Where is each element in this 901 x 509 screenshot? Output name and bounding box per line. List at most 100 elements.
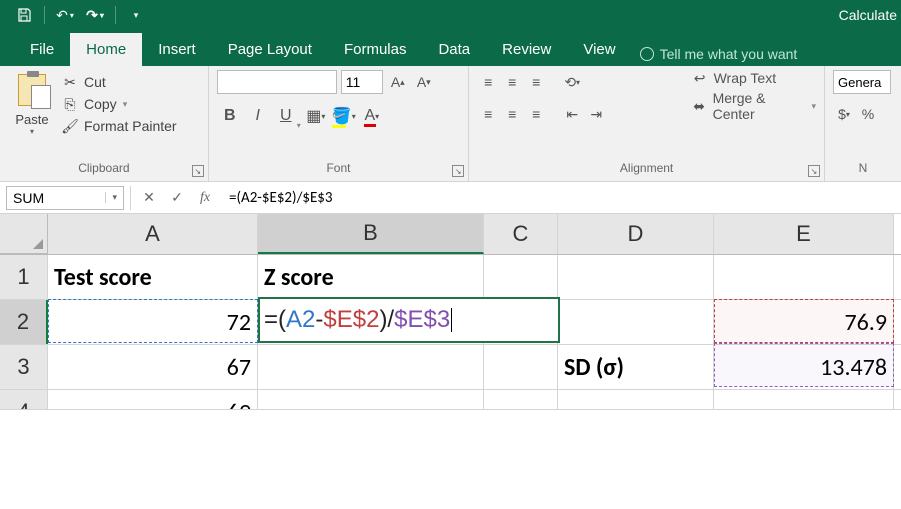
tab-data[interactable]: Data bbox=[422, 33, 486, 66]
tab-insert[interactable]: Insert bbox=[142, 33, 212, 66]
number-group-label: N bbox=[833, 159, 893, 179]
cell-d1[interactable] bbox=[558, 255, 714, 299]
cell-e1[interactable] bbox=[714, 255, 894, 299]
align-top-button[interactable]: ≡ bbox=[477, 70, 499, 94]
align-center-button[interactable]: ≡ bbox=[501, 102, 523, 126]
italic-button[interactable]: I bbox=[245, 102, 271, 130]
underline-button[interactable]: U bbox=[273, 102, 299, 130]
font-name-input[interactable] bbox=[217, 70, 337, 94]
tab-view[interactable]: View bbox=[567, 33, 631, 66]
row-header-1[interactable]: 1 bbox=[0, 255, 48, 299]
cut-label: Cut bbox=[84, 74, 106, 90]
font-launcher-icon[interactable]: ↘ bbox=[452, 165, 464, 177]
insert-function-button[interactable]: fx bbox=[191, 186, 219, 210]
col-header-c[interactable]: C bbox=[484, 214, 558, 254]
row-header-4[interactable]: 4 bbox=[0, 390, 48, 410]
tell-me-search[interactable]: Tell me what you want bbox=[640, 46, 798, 66]
wrap-label: Wrap Text bbox=[714, 70, 777, 86]
percent-format-button[interactable]: % bbox=[857, 102, 879, 126]
font-color-button[interactable]: A▾ bbox=[359, 102, 385, 130]
merge-label: Merge & Center bbox=[713, 90, 806, 122]
ref-highlight-e3 bbox=[714, 343, 894, 387]
align-right-button[interactable]: ≡ bbox=[525, 102, 547, 126]
cancel-edit-button[interactable]: ✕ bbox=[135, 186, 163, 210]
spreadsheet-grid: A B C D E 1 Test score Z score 2 72 76.9… bbox=[0, 214, 901, 410]
align-bottom-button[interactable]: ≡ bbox=[525, 70, 547, 94]
merge-icon: ⬌ bbox=[692, 98, 707, 114]
increase-indent-button[interactable]: ⇥ bbox=[585, 102, 607, 126]
cell-a4[interactable]: 69 bbox=[48, 390, 258, 410]
formula-seg-4: $E$2 bbox=[323, 306, 379, 334]
confirm-edit-button[interactable]: ✓ bbox=[163, 186, 191, 210]
clipboard-launcher-icon[interactable]: ↘ bbox=[192, 165, 204, 177]
merge-center-button[interactable]: ⬌ Merge & Center ▾ bbox=[692, 90, 816, 122]
col-header-d[interactable]: D bbox=[558, 214, 714, 254]
tab-formulas[interactable]: Formulas bbox=[328, 33, 423, 66]
cell-c1[interactable] bbox=[484, 255, 558, 299]
row-header-2[interactable]: 2 bbox=[0, 300, 48, 344]
orientation-button[interactable]: ⟲▾ bbox=[561, 70, 583, 94]
bulb-icon bbox=[640, 47, 654, 61]
row-header-3[interactable]: 3 bbox=[0, 345, 48, 389]
tab-review[interactable]: Review bbox=[486, 33, 567, 66]
copy-button[interactable]: ⎘ Copy ▾ bbox=[62, 96, 177, 112]
increase-font-button[interactable]: A▴ bbox=[387, 70, 409, 94]
font-group-label: Font bbox=[217, 159, 460, 179]
format-painter-button[interactable]: 🖌 Format Painter bbox=[62, 118, 177, 134]
borders-button[interactable]: ▦▾ bbox=[303, 102, 329, 130]
bold-button[interactable]: B bbox=[217, 102, 243, 130]
save-icon[interactable] bbox=[12, 3, 36, 27]
tab-home[interactable]: Home bbox=[70, 33, 142, 66]
col-header-e[interactable]: E bbox=[714, 214, 894, 254]
cell-b2-editing[interactable]: =(A2-$E$2)/$E$3 bbox=[258, 297, 560, 343]
format-painter-label: Format Painter bbox=[84, 118, 177, 134]
cell-d2[interactable] bbox=[558, 300, 714, 344]
formula-seg-1: =( bbox=[264, 306, 286, 334]
qat-customize-caret[interactable]: ▾ bbox=[124, 3, 148, 27]
fill-color-button[interactable]: 🪣▾ bbox=[331, 102, 357, 130]
alignment-launcher-icon[interactable]: ↘ bbox=[808, 165, 820, 177]
cell-c4[interactable] bbox=[484, 390, 558, 409]
wrap-text-button[interactable]: ↩ Wrap Text bbox=[692, 70, 816, 86]
font-size-input[interactable] bbox=[341, 70, 383, 94]
tab-file[interactable]: File bbox=[14, 33, 70, 66]
group-number: $▾ % N bbox=[825, 66, 901, 181]
align-middle-button[interactable]: ≡ bbox=[501, 70, 523, 94]
cell-e4[interactable] bbox=[714, 390, 894, 409]
title-bar: ↶▾ ↷▾ ▾ Calculate bbox=[0, 0, 901, 30]
cell-b3[interactable] bbox=[258, 345, 484, 389]
col-header-a[interactable]: A bbox=[48, 214, 258, 254]
cut-button[interactable]: ✂ Cut bbox=[62, 74, 177, 90]
number-format-select[interactable] bbox=[833, 70, 891, 94]
cell-d3[interactable]: SD (σ) bbox=[558, 345, 714, 389]
formula-seg-2: A2 bbox=[286, 306, 315, 334]
alignment-group-label: Alignment bbox=[477, 159, 816, 179]
undo-button[interactable]: ↶▾ bbox=[53, 3, 77, 27]
align-left-button[interactable]: ≡ bbox=[477, 102, 499, 126]
select-all-corner[interactable] bbox=[0, 214, 48, 254]
decrease-font-button[interactable]: A▾ bbox=[413, 70, 435, 94]
quick-access-toolbar: ↶▾ ↷▾ ▾ bbox=[0, 3, 148, 27]
name-box[interactable]: SUM ▾ bbox=[6, 186, 124, 210]
tab-page-layout[interactable]: Page Layout bbox=[212, 33, 328, 66]
cell-b4[interactable] bbox=[258, 390, 484, 409]
formula-seg-6: $E$3 bbox=[394, 306, 450, 334]
cell-a3[interactable]: 67 bbox=[48, 345, 258, 389]
tell-me-label: Tell me what you want bbox=[660, 46, 798, 62]
formula-seg-3: - bbox=[315, 306, 323, 334]
redo-button[interactable]: ↷▾ bbox=[83, 3, 107, 27]
paste-button[interactable]: Paste ▾ bbox=[8, 70, 56, 136]
clipboard-group-label: Clipboard bbox=[8, 159, 200, 179]
group-clipboard: Paste ▾ ✂ Cut ⎘ Copy ▾ 🖌 Format Painter bbox=[0, 66, 209, 181]
decrease-indent-button[interactable]: ⇤ bbox=[561, 102, 583, 126]
cell-d4[interactable] bbox=[558, 390, 714, 409]
text-cursor bbox=[451, 308, 452, 332]
cell-b1[interactable]: Z score bbox=[258, 255, 484, 299]
cell-a1[interactable]: Test score bbox=[48, 255, 258, 299]
col-header-b[interactable]: B bbox=[258, 214, 484, 254]
formula-input[interactable] bbox=[223, 186, 901, 210]
formula-seg-5: )/ bbox=[379, 306, 394, 334]
copy-label: Copy bbox=[84, 96, 117, 112]
accounting-format-button[interactable]: $▾ bbox=[833, 102, 855, 126]
cell-c3[interactable] bbox=[484, 345, 558, 389]
